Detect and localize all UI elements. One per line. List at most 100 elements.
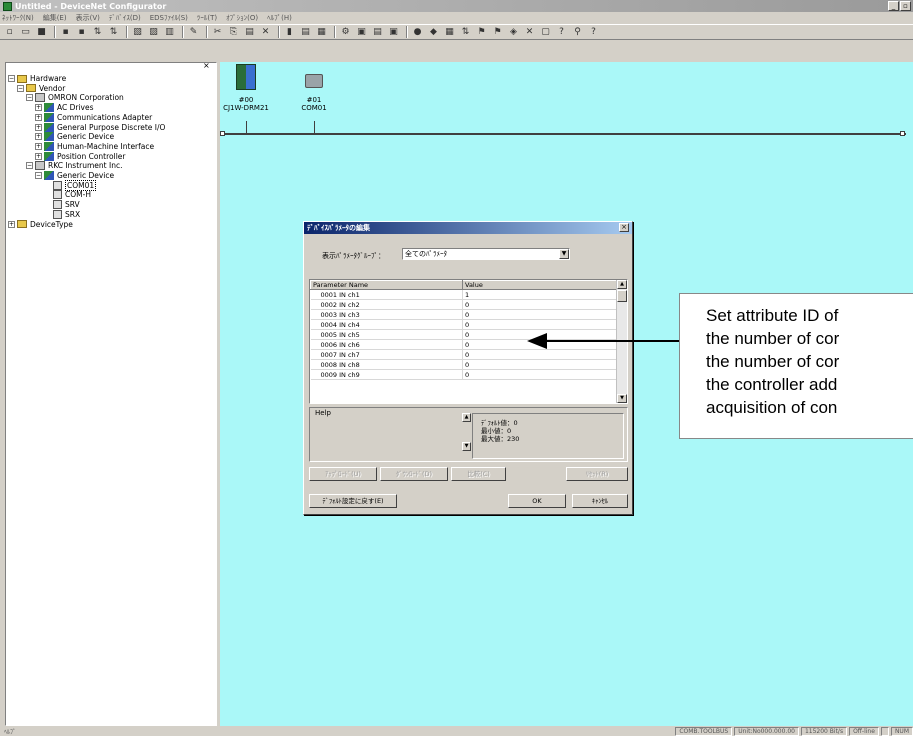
table-row[interactable]: 0009 IN ch9 0	[310, 369, 618, 380]
tree-item[interactable]: − Vendor	[17, 84, 65, 93]
about-icon[interactable]: ?	[587, 26, 600, 38]
restore-default-button[interactable]: ﾃﾞﾌｫﾙﾄ設定に戻す(E)	[309, 494, 397, 508]
delete-icon[interactable]: ✕	[259, 26, 272, 38]
expand-icon[interactable]: +	[35, 142, 42, 150]
download-icon[interactable]: ⇅	[107, 26, 120, 38]
cut-icon[interactable]: ✂	[211, 26, 224, 38]
collapse-icon[interactable]: −	[35, 172, 42, 179]
help-scroll-down-icon[interactable]: ▼	[462, 442, 471, 451]
cancel-button[interactable]: ｷｬﾝｾﾙ	[572, 494, 628, 508]
tree-item[interactable]: + AC Drives	[35, 103, 94, 113]
info-icon[interactable]: ▢	[539, 26, 552, 38]
collapse-icon[interactable]: −	[17, 84, 24, 92]
tree-item[interactable]: COM01	[44, 179, 97, 191]
tree-item[interactable]: + Communications Adapter	[35, 112, 152, 122]
parameter-icon[interactable]: ▨	[147, 26, 160, 38]
tree-item[interactable]: − RKC Instrument Inc.	[26, 161, 122, 171]
upload-icon[interactable]: ⇅	[91, 26, 104, 38]
network-node[interactable]: #00 CJ1W-DRM21	[222, 64, 270, 112]
tree-item[interactable]: + DeviceType	[8, 220, 73, 229]
disconnect-icon[interactable]: ▪	[75, 26, 88, 38]
scroll-up-icon[interactable]: ▲	[617, 280, 627, 289]
tree-item[interactable]: − Hardware	[8, 74, 66, 83]
menu-item-0[interactable]: ﾈｯﾄﾜｰｸ(N)	[2, 13, 34, 23]
ok-button[interactable]: OK	[508, 494, 566, 508]
table-row[interactable]: 0002 IN ch2 0	[310, 299, 618, 310]
download-button[interactable]: ﾀﾞｳﾝﾛｰﾄﾞ(D)	[380, 467, 448, 481]
upload-button[interactable]: ｱｯﾌﾟﾛｰﾄﾞ(U)	[309, 467, 377, 481]
minimize-button[interactable]: _	[888, 1, 899, 11]
scroll-down-icon[interactable]: ▼	[617, 394, 627, 403]
tree-item[interactable]: + Human-Machine Interface	[35, 141, 154, 151]
menu-item-4[interactable]: EDSﾌｧｲﾙ(S)	[150, 13, 188, 23]
tree-item[interactable]: COM-H	[44, 190, 91, 200]
tree-item[interactable]: + Position Controller	[35, 151, 125, 161]
arrow-icon[interactable]: ◆	[427, 26, 440, 38]
tree-item[interactable]: + Generic Device	[35, 132, 114, 142]
help-scroll-up-icon[interactable]: ▲	[462, 413, 471, 422]
download2-icon[interactable]: ⚑	[491, 26, 504, 38]
parameter-group-select[interactable]: 全てのﾊﾟﾗﾒｰﾀ ▼	[402, 248, 570, 260]
compare-button[interactable]: 比較(C)	[451, 467, 506, 481]
expand-icon[interactable]: +	[35, 133, 42, 141]
column-header-value[interactable]: Value	[462, 280, 618, 290]
table-row[interactable]: 0004 IN ch4 0	[310, 319, 618, 330]
parameter-value-cell[interactable]: 0	[462, 319, 618, 330]
diagnose-icon[interactable]: ⇅	[459, 26, 472, 38]
table-row[interactable]: 0001 IN ch1 1	[310, 289, 618, 300]
column-header-parameter-name[interactable]: Parameter Name	[310, 280, 463, 290]
parameter-value-cell[interactable]: 0	[462, 309, 618, 320]
table-icon[interactable]: ▦	[443, 26, 456, 38]
menu-item-5[interactable]: ﾂｰﾙ(T)	[197, 13, 217, 23]
menu-item-2[interactable]: 表示(V)	[76, 13, 100, 23]
wizard-icon[interactable]: ◈	[507, 26, 520, 38]
close2-icon[interactable]: ✕	[523, 26, 536, 38]
menu-item-3[interactable]: ﾃﾞﾊﾞｲｽ(D)	[109, 13, 141, 23]
scroll-thumb[interactable]	[617, 290, 627, 302]
edit-icon[interactable]: ▥	[163, 26, 176, 38]
paste-icon[interactable]: ▤	[243, 26, 256, 38]
print-icon[interactable]: ✎	[187, 26, 200, 38]
table-row[interactable]: 0008 IN ch8 0	[310, 359, 618, 370]
save-icon[interactable]: ■	[35, 26, 48, 38]
open-icon[interactable]: ▭	[19, 26, 32, 38]
expand-icon[interactable]: +	[35, 104, 42, 112]
parameter-value-cell[interactable]: 0	[462, 299, 618, 310]
collapse-icon[interactable]: −	[26, 162, 33, 170]
parameter-value-cell[interactable]: 0	[462, 349, 618, 360]
expand-icon[interactable]: +	[8, 220, 15, 228]
expand-icon[interactable]: +	[35, 123, 42, 131]
tree-item[interactable]: + General Purpose Discrete I/O	[35, 122, 165, 132]
dialog-close-button[interactable]: ×	[619, 223, 629, 232]
menu-item-6[interactable]: ｵﾌﾟｼｮﾝ(O)	[226, 13, 258, 23]
hardware-tree-pane[interactable]: − Hardware − Vendor − OMRON Corporation + AC Dr…	[5, 62, 217, 726]
parameter-value-cell[interactable]: 1	[462, 289, 618, 300]
help-icon[interactable]: ?	[555, 26, 568, 38]
record-icon[interactable]: ▣	[355, 26, 368, 38]
reset-button[interactable]: ﾘｾｯﾄ(R)	[566, 467, 628, 481]
table-row[interactable]: 0007 IN ch7 0	[310, 349, 618, 360]
parameter-value-cell[interactable]: 0	[462, 369, 618, 380]
expand-icon[interactable]: +	[35, 152, 42, 160]
expand-icon[interactable]: +	[35, 113, 42, 121]
menu-item-7[interactable]: ﾍﾙﾌﾟ(H)	[267, 13, 292, 23]
pane-close-button[interactable]: ×	[203, 61, 210, 70]
network-node[interactable]: #01 COM01	[290, 64, 338, 112]
tree-item[interactable]: SRX	[44, 209, 80, 219]
slave-icon[interactable]: ▣	[387, 26, 400, 38]
register-icon[interactable]: ▤	[299, 26, 312, 38]
restore-button[interactable]: ▫	[900, 1, 911, 11]
master-icon[interactable]: ▤	[371, 26, 384, 38]
grid-icon[interactable]: ▦	[315, 26, 328, 38]
new-icon[interactable]: ▫	[3, 26, 16, 38]
upload2-icon[interactable]: ⚑	[475, 26, 488, 38]
dot-icon[interactable]: ●	[411, 26, 424, 38]
tree-item[interactable]: − OMRON Corporation	[26, 93, 124, 103]
connect-icon[interactable]: ▪	[59, 26, 72, 38]
collapse-icon[interactable]: −	[8, 75, 15, 82]
monitor-icon[interactable]: ▧	[131, 26, 144, 38]
parameter-value-cell[interactable]: 0	[462, 359, 618, 370]
menu-item-1[interactable]: 編集(E)	[43, 13, 67, 23]
search-icon[interactable]: ⚲	[571, 26, 584, 38]
tool-icon[interactable]: ⚙	[339, 26, 352, 38]
